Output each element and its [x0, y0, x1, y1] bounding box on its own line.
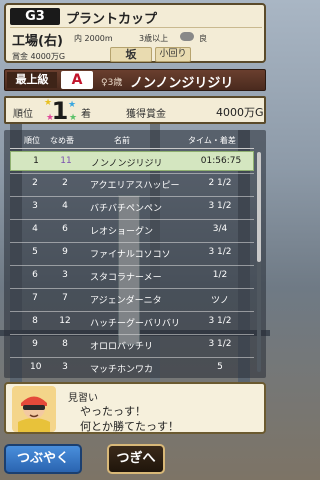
results-header: 順位 なめ番 名前 タイム・着差	[4, 132, 266, 148]
table-row[interactable]: 1 11 ノンノンジリジリ 01:56:75	[10, 151, 254, 171]
row-position: 5	[32, 247, 38, 257]
row-name: ハッチーグーバリバリ	[90, 319, 180, 329]
table-row[interactable]: 6 3 スタコラナーメー 1/2	[10, 266, 254, 286]
horse-bar: 最上級 A ♀3歳 ノンノンジリジリ	[4, 69, 266, 91]
row-time: 5	[217, 362, 223, 372]
cloud-icon	[180, 32, 194, 41]
table-row[interactable]: 8 12 ハッチーグーバリバリ 3 1/2	[10, 312, 254, 332]
table-row[interactable]: 9 8 オロロバッチリ 3 1/2	[10, 335, 254, 355]
table-row[interactable]: 5 9 ファイナルコソコソ 3 1/2	[10, 243, 254, 263]
row-name: バチバチペンペン	[90, 204, 163, 214]
star-icon: ★	[46, 113, 55, 123]
rank-badge: A	[61, 71, 93, 89]
row-name: ファイナルコソコソ	[90, 250, 171, 260]
apprentice-avatar-icon	[12, 386, 56, 432]
row-time: 3 1/2	[208, 247, 232, 257]
dialog-box: 見習い やったっす！ 何とか勝てたっす！	[4, 382, 266, 434]
row-name: マッチホンワカ	[90, 365, 154, 375]
row-position: 8	[32, 316, 38, 326]
row-number: 6	[62, 224, 68, 234]
row-number: 11	[60, 156, 72, 166]
row-position: 3	[32, 201, 38, 211]
table-row[interactable]: 4 6 レオショーグン 3/4	[10, 220, 254, 240]
horse-sex-age: ♀3歳	[101, 78, 123, 88]
tweet-button[interactable]: つぶやく	[4, 444, 82, 474]
row-name: ノンノンジリジリ	[91, 159, 163, 169]
row-position: 2	[32, 178, 38, 188]
table-row[interactable]: 10 3 マッチホンワカ 5	[10, 358, 254, 378]
row-time: 3 1/2	[208, 201, 232, 211]
race-info-card: G3 プラントカップ 工場(右) 内 2000m 3歳以上 良 賞金 4000万…	[4, 3, 266, 63]
row-name: レオショーグン	[90, 227, 154, 237]
table-row[interactable]: 7 7 アジェンダーニタ ツノ	[10, 289, 254, 309]
place-suffix: 着	[81, 109, 91, 120]
scrollbar[interactable]	[257, 152, 261, 372]
row-time: 1/2	[212, 270, 228, 280]
header-name: 名前	[114, 136, 130, 145]
row-name: スタコラナーメー	[90, 273, 162, 283]
star-icon: ★	[69, 113, 78, 123]
turn-tag: 小回り	[155, 47, 191, 62]
next-button[interactable]: つぎへ	[107, 444, 165, 474]
track-condition: 良	[199, 34, 207, 43]
place-label: 順位	[13, 109, 33, 120]
row-time: 3 1/2	[208, 339, 232, 349]
earnings-label: 獲得賞金	[126, 109, 166, 120]
row-number: 9	[62, 247, 68, 257]
header-position: 順位	[24, 136, 40, 145]
class-label: 最上級	[7, 72, 57, 88]
table-row[interactable]: 3 4 バチバチペンペン 3 1/2	[10, 197, 254, 217]
row-number: 3	[62, 270, 68, 280]
row-position: 7	[32, 293, 38, 303]
row-number: 4	[62, 201, 68, 211]
row-name: アクエリアスハッピー	[90, 181, 180, 191]
avatar	[12, 386, 56, 432]
race-name: プラントカップ	[66, 12, 158, 27]
row-position: 6	[32, 270, 38, 280]
row-time: ツノ	[210, 296, 229, 306]
divider	[10, 148, 254, 149]
row-position: 4	[32, 224, 38, 234]
divider	[10, 27, 262, 28]
star-icon: ★	[44, 98, 53, 108]
header-time: タイム・着差	[188, 136, 236, 145]
slope-tag: 坂	[110, 47, 152, 62]
row-name: アジェンダーニタ	[90, 296, 162, 306]
earnings-value: 4000万G	[216, 106, 264, 119]
speaker-name: 見習い	[68, 393, 98, 404]
course-name: 工場(右)	[12, 34, 63, 49]
header-number: なめ番	[50, 136, 74, 145]
star-icon: ★	[68, 100, 77, 110]
dialog-text: やったっす！	[80, 405, 146, 418]
age-condition: 3歳以上	[139, 34, 169, 43]
row-name: オロロバッチリ	[90, 342, 154, 352]
course-distance: 内 2000m	[74, 34, 113, 43]
row-number: 12	[59, 316, 71, 326]
row-time: 01:56:75	[200, 156, 242, 166]
row-number: 7	[62, 293, 68, 303]
dialog-text: 何とか勝てたっす！	[80, 420, 179, 433]
row-time: 2 1/2	[208, 178, 232, 188]
row-number: 8	[62, 339, 68, 349]
result-summary: 順位 1 ★ ★ ★ ★ 着 獲得賞金 4000万G	[4, 96, 266, 124]
race-prize: 賞金 4000万G	[12, 52, 66, 61]
table-row[interactable]: 2 2 アクエリアスハッピー 2 1/2	[10, 174, 254, 194]
row-time: 3/4	[212, 224, 228, 234]
horse-name: ノンノンジリジリ	[130, 76, 234, 91]
row-position: 9	[32, 339, 38, 349]
scrollbar-thumb[interactable]	[257, 152, 261, 262]
row-position: 10	[30, 362, 42, 372]
row-number: 2	[62, 178, 68, 188]
results-table: 順位 なめ番 名前 タイム・着差 1 11 ノンノンジリジリ 01:56:75 …	[4, 130, 266, 378]
row-time: 3 1/2	[208, 316, 232, 326]
row-position: 1	[33, 156, 39, 166]
row-number: 3	[62, 362, 68, 372]
grade-badge: G3	[10, 8, 60, 25]
